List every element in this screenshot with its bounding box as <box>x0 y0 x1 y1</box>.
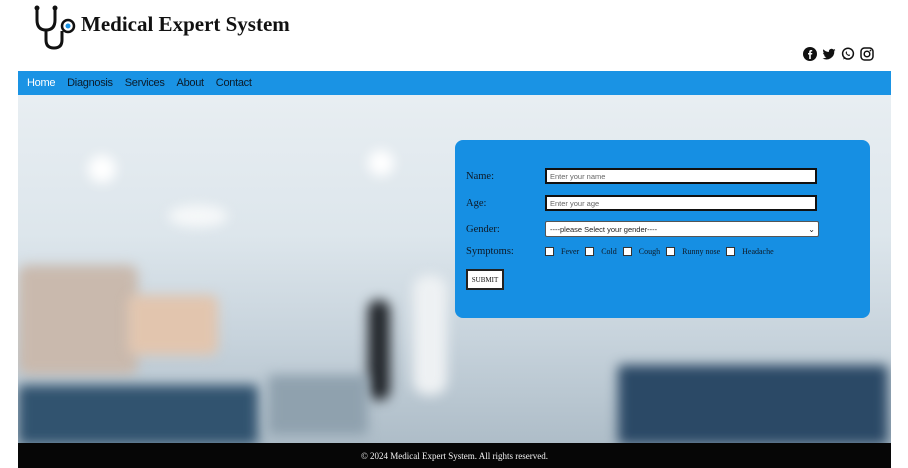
gender-select-value: ----please Select your gender---- <box>550 224 658 234</box>
symptom-cold-checkbox[interactable]: Cold <box>585 247 617 256</box>
header: Medical Expert System <box>18 0 891 71</box>
symptoms-label: Symptoms: <box>466 246 514 257</box>
nav-about[interactable]: About <box>177 77 205 89</box>
nav-contact[interactable]: Contact <box>216 77 252 89</box>
age-label: Age: <box>466 197 487 209</box>
stethoscope-icon <box>34 5 76 50</box>
page: Medical Expert System Home Diagnosis Ser… <box>18 0 891 468</box>
twitter-icon[interactable] <box>822 47 836 61</box>
symptom-runny-nose-checkbox[interactable]: Runny nose <box>666 247 720 256</box>
footer: © 2024 Medical Expert System. All rights… <box>18 443 891 468</box>
facebook-icon[interactable] <box>803 47 817 61</box>
nav-services[interactable]: Services <box>125 77 165 89</box>
gender-label: Gender: <box>466 223 500 235</box>
social-links <box>803 47 874 61</box>
nav-bar: Home Diagnosis Services About Contact <box>18 71 891 95</box>
nav-home[interactable]: Home <box>27 77 55 89</box>
nav-diagnosis[interactable]: Diagnosis <box>67 77 113 89</box>
symptom-cough-checkbox[interactable]: Cough <box>622 247 660 256</box>
whatsapp-icon[interactable] <box>841 47 855 61</box>
chevron-down-icon: ⌄ <box>808 224 815 234</box>
name-input[interactable]: Enter your name <box>545 168 817 184</box>
gender-select[interactable]: ----please Select your gender---- ⌄ <box>545 221 819 237</box>
diagnosis-form: Name: Enter your name Age: Enter your ag… <box>455 140 870 318</box>
app-title: Medical Expert System <box>81 12 290 36</box>
name-label: Name: <box>466 170 494 182</box>
symptom-headache-checkbox[interactable]: Headache <box>726 247 774 256</box>
submit-button[interactable]: SUBMIT <box>466 269 504 290</box>
symptom-fever-checkbox[interactable]: Fever <box>545 247 579 256</box>
footer-copyright: © 2024 Medical Expert System. All rights… <box>360 450 549 461</box>
age-input[interactable]: Enter your age <box>545 195 817 211</box>
instagram-icon[interactable] <box>860 47 874 61</box>
